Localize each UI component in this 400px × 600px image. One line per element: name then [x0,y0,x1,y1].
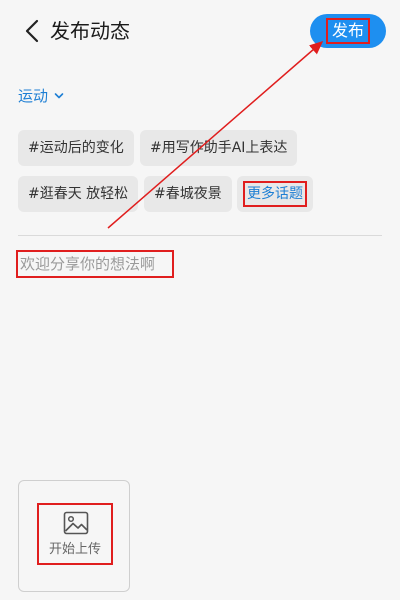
topic-chip[interactable]: #春城夜景 [144,176,232,212]
back-button[interactable] [20,18,46,44]
category-label: 运动 [18,87,49,105]
header-bar: 发布动态 发布 [0,0,400,64]
more-topics-button[interactable]: 更多话题 [237,176,313,212]
post-content-input[interactable] [16,250,174,278]
publish-button-label: 发布 [325,18,370,44]
topic-chip[interactable]: #运动后的变化 [18,130,134,166]
topic-chip[interactable]: #逛春天 放轻松 [18,176,139,212]
image-icon [63,511,89,535]
chevron-down-icon [54,91,64,101]
chevron-left-icon [25,19,39,43]
upload-highlight: 开始上传 [37,503,113,565]
publish-button[interactable]: 发布 [310,14,386,48]
topic-chip[interactable]: #用写作助手AI上表达 [140,130,298,166]
publish-post-screen: 发布动态 发布 运动 #运动后的变化 #用写作助手AI上表达 #逛春天 放轻松 … [0,0,400,600]
category-selector[interactable]: 运动 [18,85,64,107]
divider [18,235,382,236]
upload-label: 开始上传 [48,542,101,557]
upload-button[interactable]: 开始上传 [18,480,130,592]
page-title: 发布动态 [50,19,130,43]
more-topics-label: 更多话题 [243,181,307,207]
